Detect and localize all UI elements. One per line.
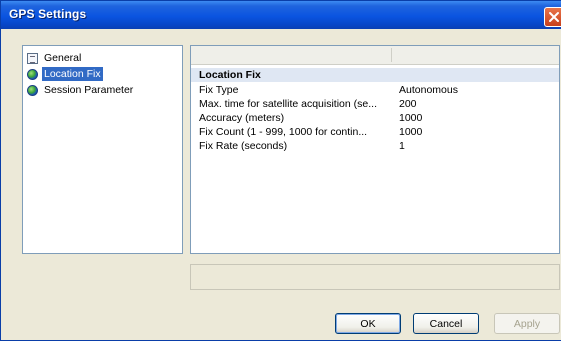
property-value[interactable]: 1 [399,139,405,153]
column-separator[interactable] [391,48,392,62]
property-value[interactable]: 1000 [399,125,422,139]
page-icon [27,52,38,64]
property-category-location-fix[interactable]: Location Fix [191,68,559,82]
property-name: Fix Rate (seconds) [199,140,288,152]
tree-item-label: Session Parameter [44,84,134,96]
close-icon [549,12,559,22]
property-row-accuracy[interactable]: Accuracy (meters) 1000 [191,111,559,125]
close-button[interactable] [544,7,561,27]
globe-icon [27,68,38,80]
property-value[interactable]: 1000 [399,111,422,125]
property-value[interactable]: 200 [399,97,417,111]
title-bar[interactable]: GPS Settings [1,1,561,29]
window-title: GPS Settings [9,7,87,21]
settings-tree[interactable]: General Location Fix Session Parameter [22,45,183,254]
tree-item-general[interactable]: General [27,51,83,65]
ok-button[interactable]: OK [335,313,401,334]
cancel-button[interactable]: Cancel [413,313,479,334]
tree-item-label: General [44,52,82,64]
property-value[interactable]: Autonomous [399,83,458,97]
category-label: Location Fix [199,69,261,81]
property-row-fix-type[interactable]: Fix Type Autonomous [191,83,559,97]
property-description-box [190,264,560,290]
property-name: Accuracy (meters) [199,112,285,124]
tree-item-location-fix[interactable]: Location Fix [27,67,103,81]
property-name: Fix Type [199,84,239,96]
property-row-max-time[interactable]: Max. time for satellite acquisition (se.… [191,97,559,111]
tree-item-session-parameter[interactable]: Session Parameter [27,83,135,97]
property-name: Max. time for satellite acquisition (se.… [199,98,377,110]
property-row-fix-rate[interactable]: Fix Rate (seconds) 1 [191,139,559,153]
property-grid-header [191,46,559,65]
tree-item-label: Location Fix [42,67,103,81]
gps-settings-dialog: GPS Settings General Location Fix Sessio… [0,0,561,341]
globe-icon [27,84,38,96]
property-grid[interactable]: Location Fix Fix Type Autonomous Max. ti… [190,45,560,254]
property-name: Fix Count (1 - 999, 1000 for contin... [199,126,368,138]
apply-button[interactable]: Apply [494,313,560,334]
property-row-fix-count[interactable]: Fix Count (1 - 999, 1000 for contin... 1… [191,125,559,139]
